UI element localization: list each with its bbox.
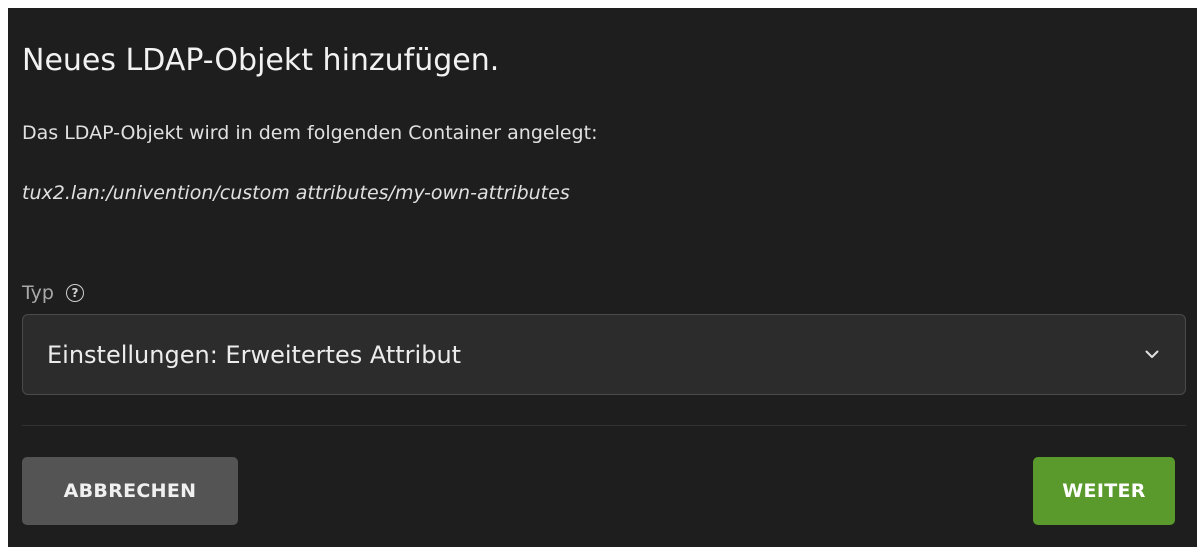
- help-icon[interactable]: ?: [65, 284, 84, 302]
- dialog-title: Neues LDAP-Objekt hinzufügen.: [22, 43, 500, 78]
- type-label: Typ: [22, 282, 54, 304]
- footer-divider: [22, 425, 1186, 426]
- add-ldap-object-dialog: Neues LDAP-Objekt hinzufügen. Das LDAP-O…: [8, 8, 1197, 547]
- cancel-button[interactable]: ABBRECHEN: [22, 457, 238, 525]
- container-path: tux2.lan:/univention/custom attributes/m…: [22, 182, 570, 204]
- next-button[interactable]: WEITER: [1033, 457, 1175, 525]
- type-select-value: Einstellungen: Erweitertes Attribut: [47, 340, 462, 369]
- type-field-label-row: Typ ?: [22, 282, 84, 304]
- container-description: Das LDAP-Objekt wird in dem folgenden Co…: [22, 122, 598, 144]
- type-select[interactable]: Einstellungen: Erweitertes Attribut: [22, 314, 1186, 395]
- chevron-down-icon: [1143, 346, 1161, 364]
